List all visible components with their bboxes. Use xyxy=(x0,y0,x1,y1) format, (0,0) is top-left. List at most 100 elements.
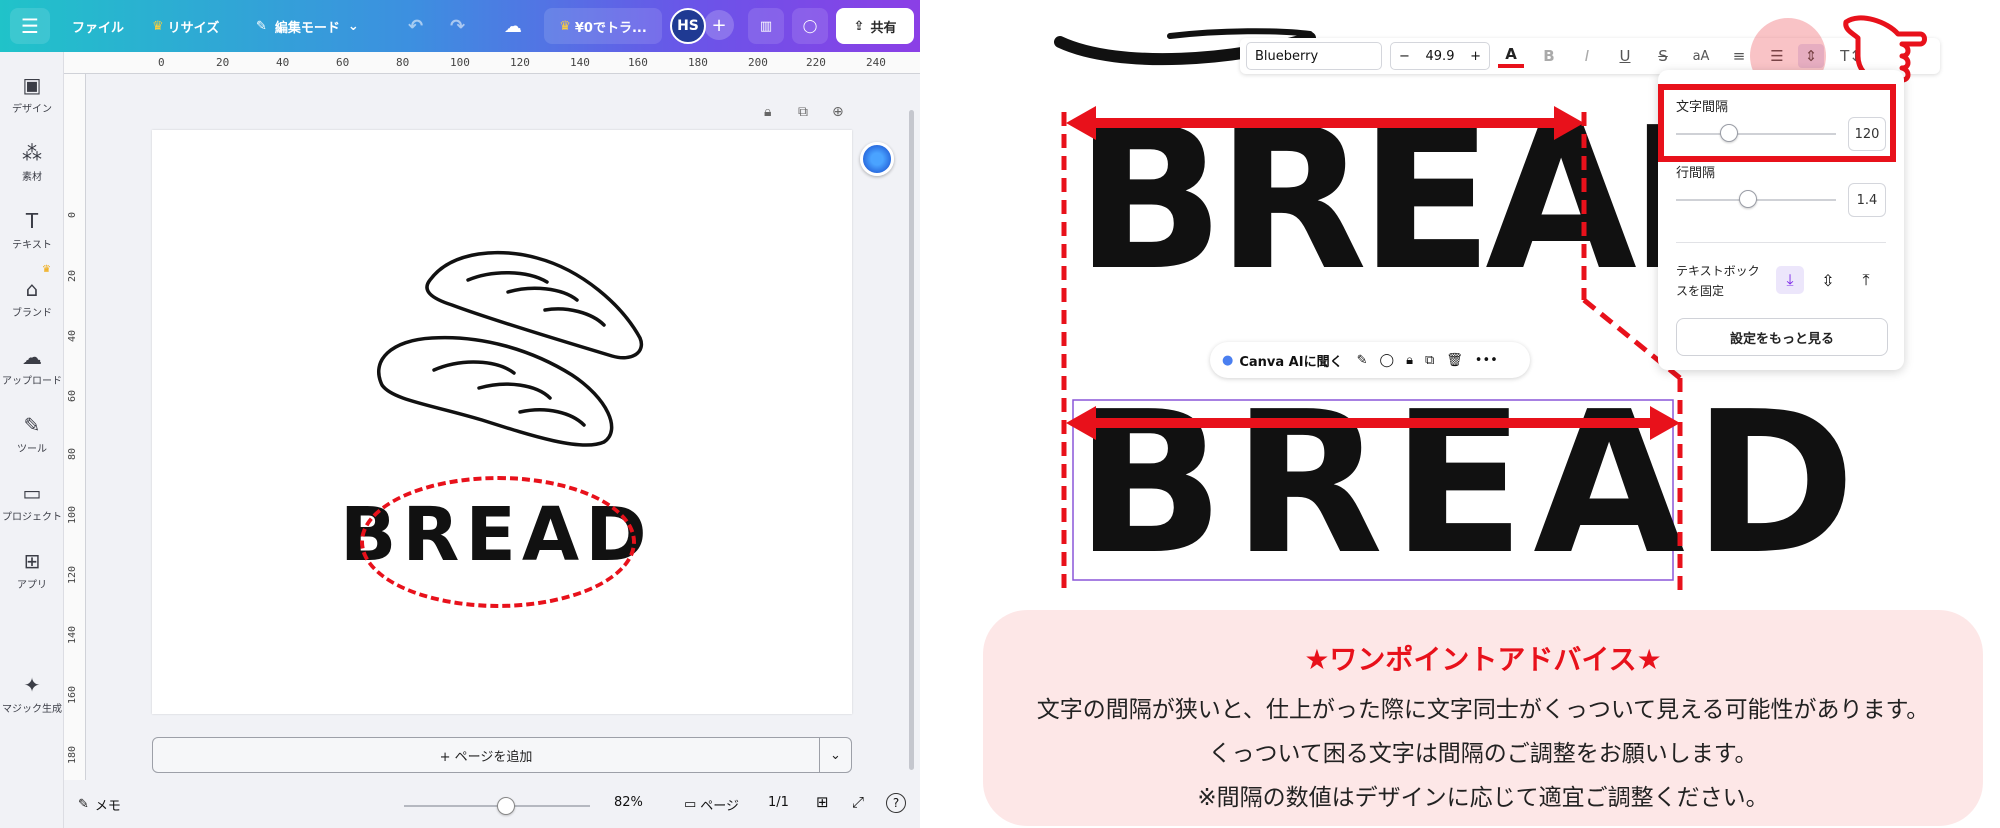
crown-icon: ♛ xyxy=(152,18,164,34)
share-button[interactable]: ⇪ 共有 xyxy=(836,8,914,44)
pages-label: ページ xyxy=(700,799,740,814)
advice-line-2: くっついて困る文字は間隔のご調整をお願いします。 xyxy=(1208,741,1758,767)
anchor-middle-icon: ⇳ xyxy=(1821,270,1835,290)
font-size-field[interactable]: − 49.9 + xyxy=(1390,42,1490,70)
duplicate-icon[interactable]: ⧉ xyxy=(1425,353,1434,368)
top-toolbar: ☰ ファイル ♛ リサイズ ✎ 編集モード ⌄ ↶ ↷ ☁ ♛ ¥0でトラ...… xyxy=(0,0,920,52)
bread-text-wide[interactable]: BREAD xyxy=(1075,384,1864,584)
resize-menu[interactable]: ♛ リサイズ xyxy=(152,0,219,52)
ruler-tick-label: 120 xyxy=(67,565,78,584)
file-menu[interactable]: ファイル xyxy=(72,0,124,52)
pages-button[interactable]: ▭ ページ xyxy=(684,795,739,814)
ruler-tick-label: 80 xyxy=(396,56,410,69)
trial-button[interactable]: ♛ ¥0でトラ... xyxy=(544,8,662,44)
comment-button[interactable]: ◯ xyxy=(792,8,828,44)
bold-button[interactable]: B xyxy=(1536,44,1562,68)
more-settings-button[interactable]: 設定をもっと見る xyxy=(1676,318,1888,356)
bold-icon: B xyxy=(1543,47,1555,65)
redo-button[interactable]: ↷ xyxy=(450,0,465,52)
sidebar-item-apps[interactable]: ⊞ アプリ xyxy=(0,540,64,600)
ruler-tick-label: 100 xyxy=(450,56,470,69)
line-spacing-value[interactable]: 1.4 xyxy=(1848,183,1886,217)
apps-icon: ⊞ xyxy=(23,548,41,573)
fullscreen-icon[interactable]: ⤢ xyxy=(852,793,864,811)
letter-spacing-highlight xyxy=(1658,84,1896,162)
ruler-tick-label: 0 xyxy=(158,56,165,69)
undo-button[interactable]: ↶ xyxy=(408,0,423,52)
italic-icon: I xyxy=(1584,47,1590,65)
add-page-icon[interactable]: ⊕ xyxy=(832,104,844,120)
add-comment-icon[interactable]: ◯ xyxy=(1380,353,1395,368)
avatar[interactable]: HS xyxy=(670,8,706,44)
trash-icon[interactable]: 🗑︎ xyxy=(1446,353,1463,368)
sidebar-item-label: テキスト xyxy=(12,239,52,251)
line-spacing-knob[interactable] xyxy=(1739,190,1757,208)
ruler-tick-label: 20 xyxy=(67,269,78,282)
increase-size-button[interactable]: + xyxy=(1470,49,1481,64)
canva-ai-icon: ● xyxy=(1222,352,1234,368)
anchor-top-button[interactable]: ⤓ xyxy=(1776,266,1804,294)
ask-ai-button[interactable]: Canva AIに聞く xyxy=(1239,351,1342,370)
text-color-button[interactable]: A xyxy=(1498,44,1524,68)
zoom-slider-knob[interactable] xyxy=(497,797,516,815)
case-button[interactable]: aA xyxy=(1688,44,1714,68)
vertical-scrollbar[interactable] xyxy=(909,110,914,770)
anchor-top-icon: ⤓ xyxy=(1786,270,1794,289)
save-status-button[interactable]: ☁ xyxy=(504,0,522,52)
insights-button[interactable]: ▥ xyxy=(748,8,784,44)
design-page[interactable]: BREAD xyxy=(152,130,852,714)
magic-write-icon[interactable]: ✎ xyxy=(1357,353,1368,368)
decrease-size-button[interactable]: − xyxy=(1399,49,1410,64)
elements-icon: ⁂ xyxy=(22,140,42,165)
sidebar-item-magic[interactable]: ✦ マジック生成 xyxy=(0,664,64,724)
advice-box: ★ワンポイントアドバイス★ 文字の間隔が狭いと、仕上がった際に文字同士がくっつい… xyxy=(983,610,1983,826)
more-options-icon[interactable]: ••• xyxy=(1475,353,1498,368)
notes-label: メモ xyxy=(94,799,121,814)
align-button[interactable]: ≡ xyxy=(1726,44,1752,68)
lock-icon[interactable]: 🔒︎ xyxy=(1406,353,1413,368)
magic-assistant-button[interactable] xyxy=(860,142,894,176)
sidebar-item-label: デザイン xyxy=(12,103,52,115)
invite-button[interactable]: + xyxy=(704,10,734,40)
line-spacing-label: 行間隔 xyxy=(1676,166,1716,181)
share-icon: ⇪ xyxy=(853,18,865,34)
duplicate-page-icon[interactable]: ⧉ xyxy=(798,104,808,120)
advice-line-1: 文字の間隔が狭いと、仕上がった際に文字同士がくっついて見える可能性があります。 xyxy=(1036,697,1930,723)
sidebar-item-text[interactable]: T テキスト xyxy=(0,200,64,260)
ruler-vertical: 0 20 40 60 80 100 120 140 160 180 xyxy=(64,74,86,780)
add-page-button[interactable]: + ページを追加 xyxy=(153,746,819,765)
sidebar-item-upload[interactable]: ☁ アップロード xyxy=(0,336,64,396)
ruler-tick-label: 160 xyxy=(67,685,78,704)
sidebar-item-projects[interactable]: ▭ プロジェクト xyxy=(0,472,64,532)
add-page-bar: + ページを追加 ⌄ xyxy=(152,737,852,773)
sidebar-item-label: アプリ xyxy=(17,579,47,591)
zoom-value[interactable]: 82% xyxy=(614,795,643,810)
strikethrough-button[interactable]: S xyxy=(1650,44,1676,68)
ruler-tick-label: 220 xyxy=(806,56,826,69)
sidebar-item-design[interactable]: ▣ デザイン xyxy=(0,64,64,124)
notes-button[interactable]: ✎ メモ xyxy=(78,795,121,814)
text-icon: T xyxy=(25,208,39,233)
edit-mode-label: 編集モード xyxy=(274,20,340,36)
design-icon: ▣ xyxy=(22,72,42,97)
grid-view-icon[interactable]: ⊞ xyxy=(816,793,829,811)
sidebar-item-elements[interactable]: ⁂ 素材 xyxy=(0,132,64,192)
bottom-bar: ✎ メモ 82% ▭ ページ 1/1 ⊞ ⤢ ? xyxy=(64,780,920,828)
anchor-bottom-button[interactable]: ⤒ xyxy=(1852,266,1880,294)
menu-button[interactable]: ☰ xyxy=(10,8,50,44)
anchor-middle-button[interactable]: ⇳ xyxy=(1814,266,1842,294)
italic-button[interactable]: I xyxy=(1574,44,1600,68)
anchor-bottom-icon: ⤒ xyxy=(1862,270,1870,289)
chevron-down-icon: ⌄ xyxy=(830,747,841,763)
sidebar-item-brand[interactable]: ⌂ ブランド xyxy=(0,268,64,328)
lock-icon[interactable]: 🔒︎ xyxy=(764,104,771,120)
ruler-tick-label: 100 xyxy=(67,505,78,524)
sidebar-item-tools[interactable]: ✎ ツール xyxy=(0,404,64,464)
help-icon[interactable]: ? xyxy=(886,793,906,813)
align-center-icon: ≡ xyxy=(1732,47,1746,65)
sidebar-item-label: アップロード xyxy=(2,375,62,387)
font-family-selector[interactable]: Blueberry xyxy=(1246,42,1382,70)
underline-button[interactable]: U xyxy=(1612,44,1638,68)
add-page-options-button[interactable]: ⌄ xyxy=(819,738,851,772)
edit-mode-menu[interactable]: ✎ 編集モード ⌄ xyxy=(256,0,359,52)
